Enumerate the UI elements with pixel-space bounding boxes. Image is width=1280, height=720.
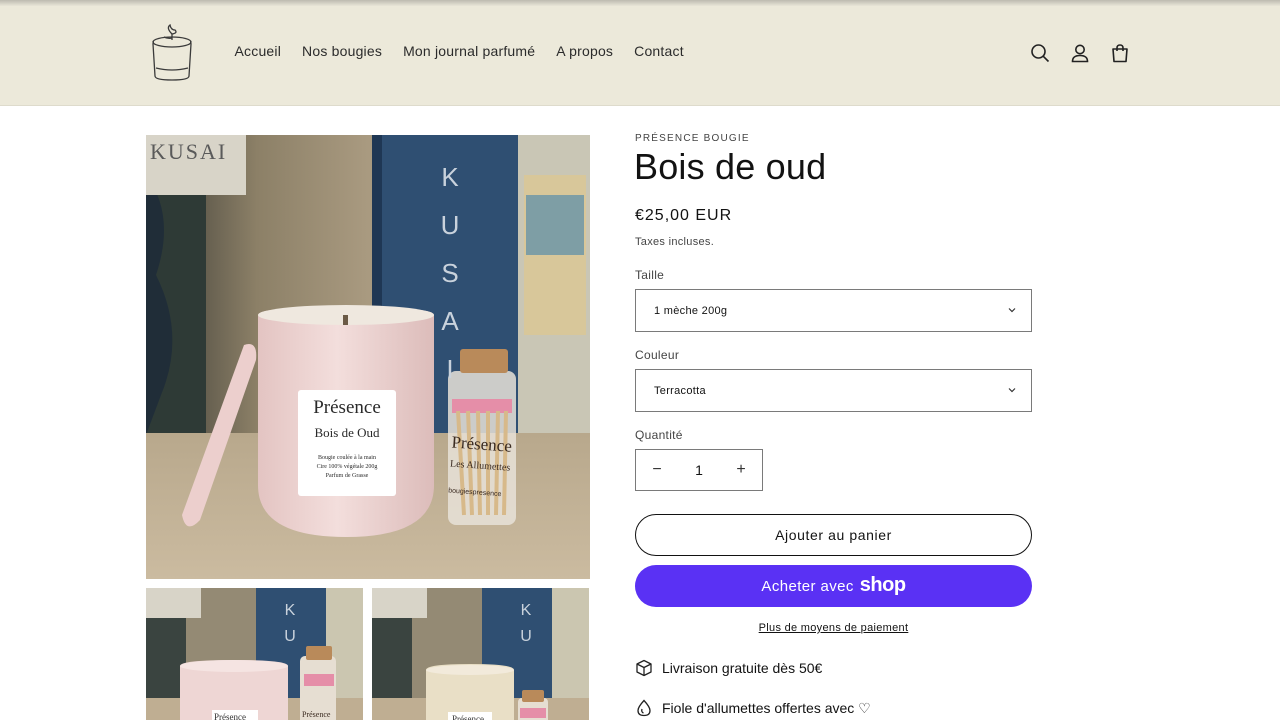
quantity-stepper: − 1 +: [635, 449, 763, 491]
add-to-cart-button[interactable]: Ajouter au panier: [635, 514, 1032, 556]
buy-with-shop-button[interactable]: Acheter avec shop: [635, 565, 1032, 607]
thumb2-label-brand: Présence: [452, 714, 484, 720]
more-payment-options-link[interactable]: Plus de moyens de paiement: [635, 622, 1032, 634]
chevron-down-icon: [1007, 305, 1017, 315]
thumb1-label-brand: Présence: [214, 712, 246, 720]
nav-contact[interactable]: Contact: [624, 43, 695, 59]
size-label: Taille: [635, 268, 665, 282]
feature-matches-gift: Fiole d'allumettes offertes avec ♡: [635, 699, 871, 717]
size-select[interactable]: 1 mèche 200g: [635, 289, 1032, 332]
candle-logo-icon[interactable]: [148, 23, 196, 82]
tax-note: Taxes incluses.: [635, 236, 715, 248]
nav-a-propos[interactable]: A propos: [546, 43, 624, 59]
search-icon[interactable]: [1026, 40, 1054, 66]
color-selected-value: Terracotta: [654, 384, 706, 397]
product-main-image[interactable]: Présence Bois de Oud Bougie coulée à la …: [146, 135, 590, 579]
chevron-down-icon: [1007, 385, 1017, 395]
nav-accueil[interactable]: Accueil: [224, 43, 292, 59]
product-title: Bois de oud: [634, 146, 827, 187]
book-spine-letters: K U S A I: [440, 162, 460, 384]
product-vendor: Présence Bougie: [635, 133, 750, 144]
feature-text: Fiole d'allumettes offertes avec ♡: [662, 699, 871, 716]
product-price: €25,00 EUR: [635, 207, 733, 224]
color-label: Couleur: [635, 348, 680, 362]
shop-pay-logo: shop: [859, 573, 906, 596]
matches-brand: Présence: [450, 432, 513, 456]
product-thumbnail-1[interactable]: K U Présence Présence: [146, 588, 363, 720]
feature-text: Livraison gratuite dès 50€: [662, 660, 823, 676]
header-actions: [1026, 40, 1146, 66]
label-line1: Bougie coulée à la main: [318, 455, 376, 461]
label-line2: Cire 100% végétale 200g: [316, 464, 378, 470]
box-icon: [635, 659, 653, 677]
cart-icon[interactable]: [1106, 40, 1134, 66]
drop-icon: [635, 699, 653, 717]
label-scent: Bois de Oud: [314, 425, 380, 440]
buy-with-label: Acheter avec: [761, 577, 854, 595]
main-nav: Accueil Nos bougies Mon journal parfumé …: [224, 43, 694, 59]
account-icon[interactable]: [1066, 40, 1094, 66]
matches-name: Les Allumettes: [449, 458, 511, 474]
label-brand: Présence: [313, 397, 381, 418]
header-top-shadow: [0, 0, 1280, 6]
nav-journal-parfume[interactable]: Mon journal parfumé: [393, 43, 546, 59]
feature-free-shipping: Livraison gratuite dès 50€: [635, 659, 822, 677]
book-title: KUSAI: [150, 139, 228, 164]
color-select[interactable]: Terracotta: [635, 369, 1032, 412]
thumb2-spine-letters: K U: [520, 602, 532, 645]
thumb1-spine-letters: K U: [284, 602, 296, 645]
thumb1-matches-brand: Présence: [302, 710, 331, 719]
quantity-label: Quantité: [635, 428, 683, 442]
site-header: Accueil Nos bougies Mon journal parfumé …: [0, 0, 1280, 106]
quantity-increase-button[interactable]: +: [720, 450, 762, 490]
nav-nos-bougies[interactable]: Nos bougies: [292, 43, 393, 59]
product-thumbnail-2[interactable]: K U Présence: [372, 588, 589, 720]
quantity-input[interactable]: 1: [695, 462, 703, 478]
quantity-decrease-button[interactable]: −: [636, 450, 678, 490]
label-line3: Parfum de Grasse: [325, 473, 369, 479]
size-selected-value: 1 mèche 200g: [654, 304, 728, 317]
